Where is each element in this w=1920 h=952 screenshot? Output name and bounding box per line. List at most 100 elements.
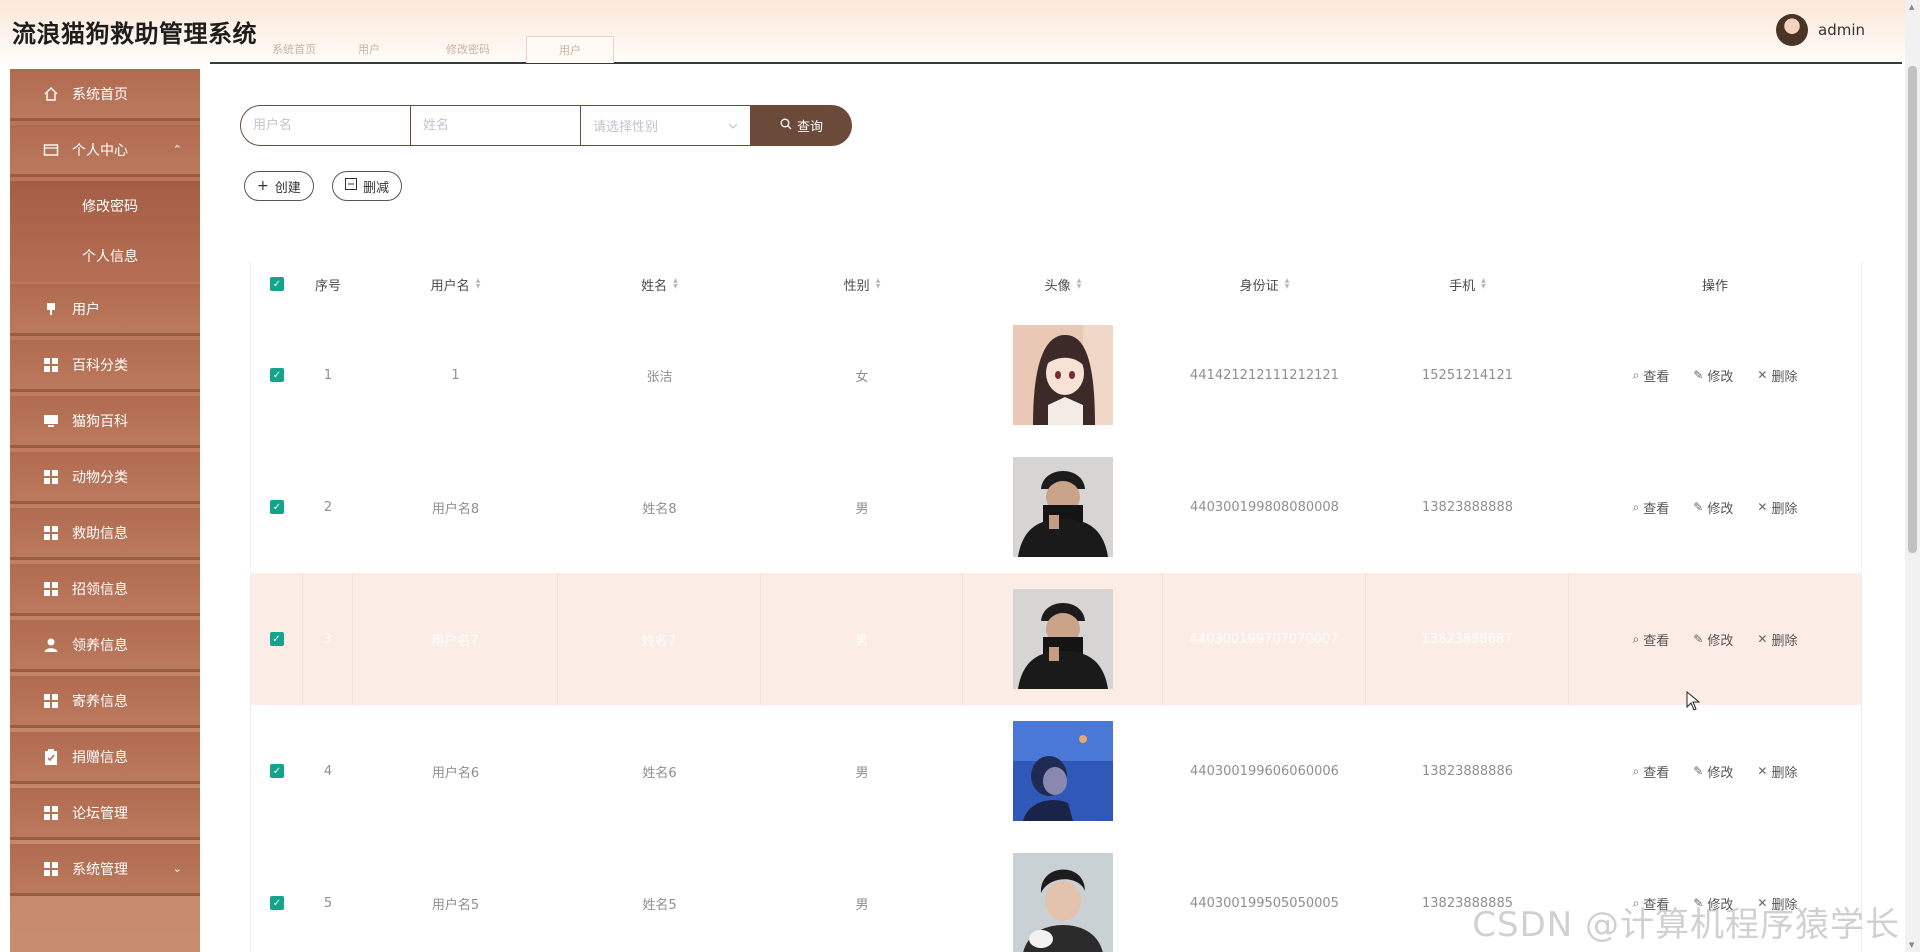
sidebar-item-label: 用户: [72, 301, 100, 318]
table-row[interactable]: ✓ 3 用户名7 姓名7 男 440300199707070007 138238…: [251, 573, 1861, 705]
create-button[interactable]: + 创建: [244, 171, 314, 201]
select-all-checkbox[interactable]: ✓: [270, 277, 284, 291]
pencil-icon: ✎: [1693, 632, 1704, 646]
row-checkbox[interactable]: ✓: [269, 632, 284, 646]
row-checkbox[interactable]: ✓: [270, 368, 284, 382]
grid-icon: [42, 524, 60, 542]
table-row[interactable]: ✓ 4 用户名6 姓名6 男 440300199606060006 138238…: [251, 705, 1861, 837]
username-field: [240, 105, 411, 146]
table-row[interactable]: ✓ 2 用户名8 姓名8 男 440300199808080008 138238…: [251, 441, 1861, 573]
plus-icon: +: [257, 178, 269, 194]
edit-button[interactable]: ✎ 修改: [1693, 762, 1733, 781]
cell-gender: 男: [855, 897, 869, 913]
grid-icon: [42, 860, 60, 878]
cell-gender: 女: [855, 369, 869, 385]
delete-button[interactable]: ✕ 删除: [1757, 498, 1797, 517]
view-button[interactable]: ⌕ 查看: [1633, 762, 1670, 781]
minus-square-icon: [345, 178, 357, 194]
row-checkbox[interactable]: ✓: [270, 896, 284, 910]
delete-batch-label: 删减: [363, 180, 390, 196]
gender-select[interactable]: 请选择性别: [581, 105, 751, 146]
search-icon: ⌕: [1632, 499, 1640, 514]
cell-name: 姓名6: [642, 765, 677, 781]
sidebar: 系统首页 个人中心 ⌃ 修改密码 个人信息 用户 百科分类 猫狗百科 动物分类 …: [10, 69, 200, 952]
cell-name: 姓名5: [642, 897, 677, 913]
cell-gender: 男: [855, 765, 869, 781]
header-username[interactable]: 用户名 ▲ ▼: [353, 262, 558, 306]
cell-phone: 13823888888: [1422, 499, 1513, 515]
row-checkbox[interactable]: ✓: [270, 500, 284, 514]
cell-name: 张洁: [646, 369, 673, 385]
sidebar-item-animal-category[interactable]: 动物分类: [10, 452, 200, 504]
cell-username: 用户名8: [431, 501, 480, 517]
header-avatar[interactable]: 头像 ▲ ▼: [963, 262, 1163, 306]
view-button[interactable]: ⌕ 查看: [1633, 630, 1670, 649]
username-input[interactable]: [241, 106, 410, 145]
sidebar-item-label: 领养信息: [72, 637, 128, 654]
pencil-icon: ✎: [1693, 500, 1704, 514]
tag-user-active[interactable]: 用户: [526, 36, 614, 63]
cell-username: 1: [451, 367, 460, 383]
monitor-icon: [42, 412, 60, 430]
page-scrollbar[interactable]: ▲ ▼: [1905, 0, 1920, 952]
tag-user[interactable]: 用户: [344, 36, 394, 63]
view-button[interactable]: ⌕ 查看: [1633, 366, 1670, 385]
sidebar-item-pet-encyclopedia[interactable]: 猫狗百科: [10, 396, 200, 448]
sidebar-item-users[interactable]: 用户: [10, 284, 200, 336]
mouse-cursor-icon: [1686, 690, 1701, 715]
sidebar-item-adoption[interactable]: 领养信息: [10, 620, 200, 672]
header-gender[interactable]: 性别 ▲ ▼: [761, 262, 963, 306]
row-checkbox[interactable]: ✓: [270, 764, 284, 778]
tag-change-password[interactable]: 修改密码: [432, 36, 504, 63]
cell-id-card: 440300199707070007: [1163, 573, 1366, 705]
table-row[interactable]: ✓ 1 1 张洁 女 441421212111212121 1525121412…: [251, 309, 1861, 441]
sidebar-item-personal-center[interactable]: 个人中心 ⌃: [10, 125, 200, 177]
scrollbar-thumb[interactable]: [1908, 66, 1917, 553]
cell-username: 用户名6: [431, 765, 480, 781]
sort-icon: ▲ ▼: [875, 277, 881, 290]
user-menu[interactable]: admin: [1776, 14, 1865, 46]
header-operations: 操作: [1701, 278, 1728, 294]
name-input[interactable]: [411, 106, 580, 145]
sidebar-item-forum[interactable]: 论坛管理: [10, 788, 200, 840]
sidebar-item-home[interactable]: 系统首页: [10, 69, 200, 121]
cell-gender: 男: [761, 573, 963, 705]
grid-icon: [42, 692, 60, 710]
header-name[interactable]: 姓名 ▲ ▼: [558, 262, 761, 306]
sidebar-item-label: 猫狗百科: [72, 413, 128, 430]
view-button[interactable]: ⌕ 查看: [1633, 498, 1670, 517]
avatar-image: [1013, 721, 1113, 821]
create-button-label: 创建: [274, 180, 301, 196]
sidebar-item-lost-found[interactable]: 招领信息: [10, 564, 200, 616]
top-header: 流浪猫狗救助管理系统 系统首页 用户 修改密码 用户 admin: [0, 0, 1905, 64]
sidebar-item-foster[interactable]: 寄养信息: [10, 676, 200, 728]
sidebar-item-rescue-info[interactable]: 救助信息: [10, 508, 200, 560]
sidebar-item-change-password[interactable]: 修改密码: [10, 181, 200, 231]
cell-id-card: 440300199606060006: [1190, 763, 1339, 779]
table-header: ✓ 序号 用户名 ▲ ▼ 姓名 ▲ ▼ 性别 ▲ ▼ 头像 ▲ ▼ 身份证 ▲ ▼ 手机 ▲ ▼ 操作: [251, 262, 1861, 306]
sidebar-item-personal-info[interactable]: 个人信息: [10, 231, 200, 281]
search-icon: [780, 118, 792, 134]
tag-home[interactable]: 系统首页: [258, 36, 330, 63]
edit-button[interactable]: ✎ 修改: [1693, 366, 1733, 385]
pencil-icon: ✎: [1693, 368, 1704, 382]
cell-username: 用户名5: [431, 897, 480, 913]
sidebar-item-system[interactable]: 系统管理 ⌄: [10, 844, 200, 896]
sidebar-item-encyclopedia-category[interactable]: 百科分类: [10, 340, 200, 392]
cell-index: 5: [323, 895, 333, 911]
header-id-card[interactable]: 身份证 ▲ ▼: [1163, 262, 1366, 306]
delete-batch-button[interactable]: 删减: [332, 171, 403, 201]
delete-button[interactable]: ✕ 删除: [1757, 630, 1797, 649]
sidebar-item-donation[interactable]: 捐赠信息: [10, 732, 200, 784]
edit-button[interactable]: ✎ 修改: [1693, 498, 1733, 517]
delete-button[interactable]: ✕ 删除: [1757, 366, 1797, 385]
edit-button[interactable]: ✎ 修改: [1693, 630, 1733, 649]
query-button[interactable]: 查询: [751, 105, 852, 146]
delete-button[interactable]: ✕ 删除: [1757, 762, 1797, 781]
search-icon: ⌕: [1632, 631, 1640, 646]
sort-icon: ▲ ▼: [1481, 277, 1486, 290]
scroll-up-icon[interactable]: ▲: [1909, 3, 1914, 11]
header-phone[interactable]: 手机 ▲ ▼: [1366, 262, 1569, 306]
scroll-down-icon[interactable]: ▼: [1909, 941, 1914, 949]
sort-icon: ▲ ▼: [1076, 277, 1082, 290]
